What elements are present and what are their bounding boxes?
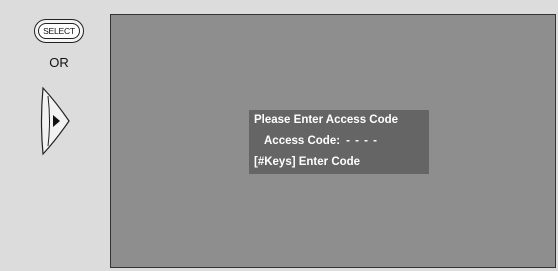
access-code-label: Access Code: — [264, 135, 341, 147]
dpad-right-button[interactable] — [40, 82, 72, 160]
access-code-dialog: Please Enter Access Code Access Code: - -… — [249, 110, 429, 174]
or-label: OR — [49, 55, 69, 70]
tv-screen: Please Enter Access Code Access Code: - -… — [110, 14, 556, 268]
dialog-hint: [#Keys] Enter Code — [254, 156, 361, 168]
select-button-label: SELECT — [38, 23, 80, 39]
dialog-title: Please Enter Access Code — [254, 114, 399, 126]
access-code-field[interactable]: - - - - — [346, 135, 378, 147]
dpad-right-arrow-icon — [40, 86, 70, 156]
access-code-row: Access Code: - - - - — [264, 134, 378, 148]
select-button[interactable]: SELECT — [34, 19, 84, 43]
